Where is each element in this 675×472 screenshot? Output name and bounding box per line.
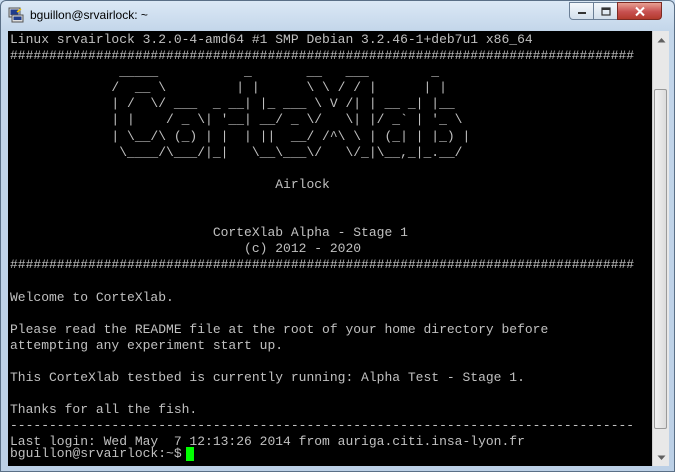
window-title: bguillon@srvairlock: ~: [30, 8, 148, 22]
vertical-scrollbar[interactable]: [652, 31, 669, 466]
terminal-screen[interactable]: Linux srvairlock 3.2.0-4-amd64 #1 SMP De…: [8, 31, 652, 466]
close-icon: [634, 6, 645, 16]
terminal-output: Linux srvairlock 3.2.0-4-amd64 #1 SMP De…: [10, 32, 634, 450]
terminal-line: CorteXlab Alpha - Stage 1: [10, 225, 408, 241]
terminal-line: Linux srvairlock 3.2.0-4-amd64 #1 SMP De…: [10, 32, 533, 47]
terminal-line: | | / _ \| '__| __/ _ \/ \| |/ _` | '_ \: [10, 112, 463, 128]
putty-icon: [8, 7, 24, 23]
terminal-line: (c) 2012 - 2020: [10, 241, 362, 257]
terminal-line: | / \/ ___ _ __| |_ ___ \ V /| | __ _| |…: [10, 96, 455, 112]
terminal-line: ########################################…: [10, 257, 635, 273]
scroll-up-button[interactable]: [653, 31, 669, 48]
text-cursor: [185, 447, 194, 461]
terminal-line: ########################################…: [10, 48, 635, 64]
shell-prompt: bguillon@srvairlock:~$: [10, 446, 182, 461]
minimize-button[interactable]: [569, 2, 594, 20]
close-button[interactable]: [617, 2, 662, 20]
terminal-line: / __ \ | | \ \ / / | | |: [10, 80, 447, 96]
terminal-line: Welcome to CorteXlab.: [10, 289, 174, 305]
scroll-down-arrow-icon: [657, 455, 665, 460]
terminal-line: This CorteXlab testbed is currently runn…: [10, 369, 525, 385]
scrollbar-thumb[interactable]: [654, 89, 667, 429]
maximize-icon: [600, 6, 611, 16]
terminal-line: attempting any experiment start up.: [10, 337, 284, 353]
terminal-line: _____ _ __ ___ _: [10, 64, 440, 80]
terminal-window: bguillon@srvairlock: ~ Linux srvairlock …: [0, 0, 675, 472]
prompt-line[interactable]: bguillon@srvairlock:~$: [10, 446, 194, 462]
terminal-line: \____/\___/|_| \__\___\/ \/_|\__,_|_.__/: [10, 144, 463, 160]
terminal-line: ----------------------------------------…: [10, 418, 635, 434]
terminal-line: Airlock: [10, 176, 330, 192]
scroll-up-arrow-icon: [657, 37, 665, 42]
terminal-line: Please read the README file at the root …: [10, 321, 549, 337]
maximize-button[interactable]: [593, 2, 618, 20]
terminal-line: | \__/\ (_) | | | || __/ /^\ \ | (_| | |…: [10, 128, 471, 144]
terminal-line: Thanks for all the fish.: [10, 402, 198, 418]
scroll-down-button[interactable]: [653, 449, 669, 466]
minimize-icon: [577, 12, 586, 14]
title-bar[interactable]: bguillon@srvairlock: ~: [1, 1, 674, 30]
